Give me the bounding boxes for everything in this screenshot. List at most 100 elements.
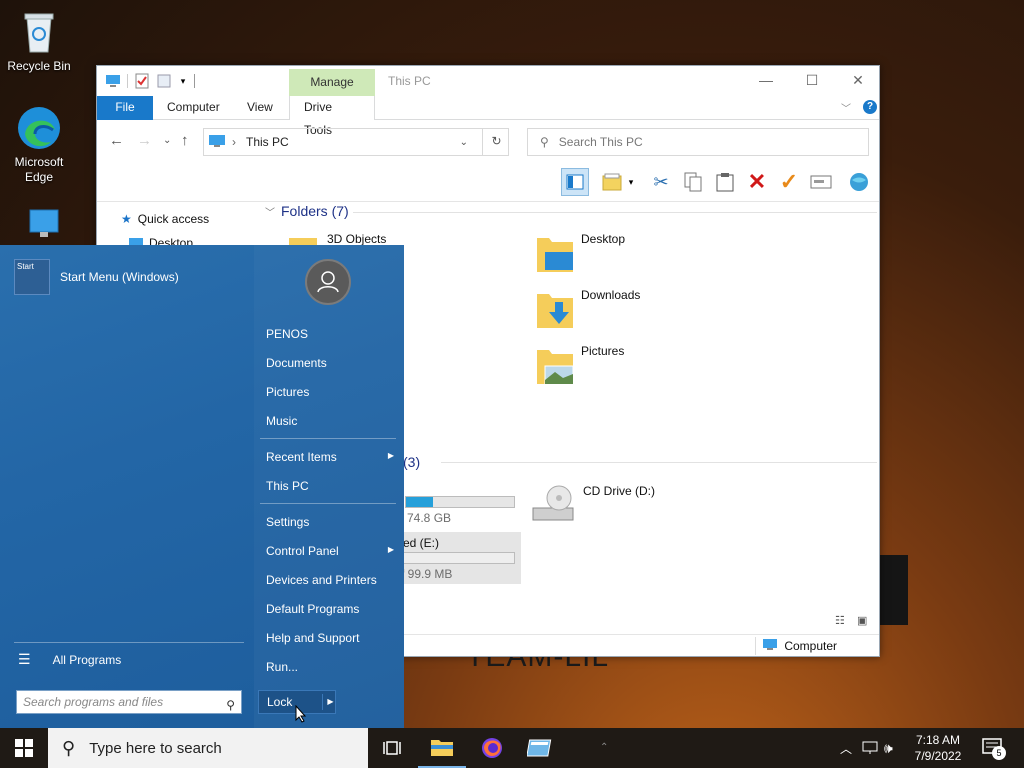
recycle-bin-desktop-icon[interactable]: Recycle Bin bbox=[4, 8, 74, 74]
search-icon: ⚲ bbox=[540, 135, 549, 149]
action-center-button[interactable]: 5 bbox=[982, 728, 1006, 768]
check-icon[interactable]: ✓ bbox=[775, 168, 803, 196]
start-item-pictures[interactable]: Pictures bbox=[266, 385, 396, 399]
large-icons-view-icon[interactable]: ▣ bbox=[857, 614, 867, 627]
start-button[interactable] bbox=[0, 728, 48, 768]
taskbar: ⚲ Type here to search ⌃ ︿ 🕪 7:18 AM 7/9/… bbox=[0, 728, 1024, 768]
help-icon[interactable]: ? bbox=[863, 100, 877, 114]
refresh-button[interactable]: ↻ bbox=[482, 128, 510, 156]
edge-desktop-icon[interactable]: Microsoft Edge bbox=[4, 104, 74, 185]
divider bbox=[260, 503, 396, 504]
taskbar-file-explorer[interactable] bbox=[418, 728, 466, 768]
power-options-arrow-icon[interactable]: ▶ bbox=[322, 694, 338, 710]
folders-header-label: Folders (7) bbox=[281, 203, 349, 219]
drive-e-usage-bar bbox=[403, 552, 515, 564]
status-computer-label: Computer bbox=[784, 639, 837, 653]
divider bbox=[353, 212, 877, 213]
downloads-folder-icon bbox=[535, 288, 575, 328]
computer-icon[interactable] bbox=[105, 73, 121, 89]
folder-label: Downloads bbox=[581, 288, 641, 302]
tab-manage[interactable]: Manage bbox=[289, 69, 375, 96]
start-item-settings[interactable]: Settings bbox=[266, 515, 396, 529]
close-button[interactable]: ✕ bbox=[835, 66, 881, 96]
pictures-folder-icon bbox=[535, 344, 575, 385]
taskbar-firefox[interactable] bbox=[468, 728, 516, 768]
start-item-default-programs[interactable]: Default Programs bbox=[266, 602, 396, 616]
start-item-run[interactable]: Run... bbox=[266, 660, 396, 674]
drive-c-usage-fill bbox=[406, 497, 433, 507]
edge-icon bbox=[15, 104, 63, 152]
pinned-start-menu-windows[interactable]: Start Start Menu (Windows) bbox=[14, 259, 179, 295]
recent-locations-icon[interactable]: ⌄ bbox=[163, 135, 171, 146]
navigation-pane-icon[interactable] bbox=[561, 168, 589, 196]
user-avatar[interactable] bbox=[305, 259, 351, 305]
folder-downloads[interactable]: Downloads bbox=[535, 288, 640, 328]
minimize-button[interactable]: — bbox=[743, 66, 789, 96]
this-pc-desktop-icon[interactable] bbox=[26, 208, 62, 244]
new-folder-icon[interactable] bbox=[156, 73, 172, 89]
desktop-folder-icon bbox=[535, 232, 575, 272]
address-bar[interactable]: › This PC ⌄ bbox=[203, 128, 509, 156]
rename-icon[interactable] bbox=[807, 168, 835, 196]
delete-icon[interactable]: ✕ bbox=[743, 168, 771, 196]
copy-icon[interactable] bbox=[679, 168, 707, 196]
drives-header-count: (3) bbox=[403, 454, 421, 470]
drive-c-usage-bar bbox=[405, 496, 515, 508]
start-item-help-support[interactable]: Help and Support bbox=[266, 631, 396, 645]
start-item-documents[interactable]: Documents bbox=[266, 356, 396, 370]
volume-icon[interactable]: 🕪 bbox=[884, 728, 893, 768]
properties-icon[interactable] bbox=[134, 73, 150, 89]
drive-cd-d[interactable]: CD Drive (D:) bbox=[531, 484, 655, 524]
search-box[interactable]: ⚲ Search This PC bbox=[527, 128, 869, 156]
details-view-icon[interactable]: ☷ bbox=[835, 614, 845, 627]
tab-file[interactable]: File bbox=[97, 96, 153, 120]
taskbar-search-box[interactable]: ⚲ Type here to search bbox=[48, 728, 368, 768]
clock-time: 7:18 AM bbox=[915, 733, 961, 747]
drive-cd-label: CD Drive (D:) bbox=[583, 484, 655, 498]
start-menu-app-icon: Start bbox=[14, 259, 50, 295]
start-search-input[interactable]: Search programs and files ⚲ bbox=[16, 690, 242, 714]
start-item-user[interactable]: PENOS bbox=[266, 327, 396, 341]
back-button[interactable]: ← bbox=[109, 132, 124, 149]
taskbar-app[interactable] bbox=[516, 728, 564, 768]
task-view-button[interactable] bbox=[368, 728, 416, 768]
search-icon[interactable]: ⚲ bbox=[226, 694, 235, 716]
chevron-down-icon: ﹀ bbox=[265, 207, 275, 219]
drive-c-size: 74.8 GB bbox=[407, 511, 452, 525]
maximize-button[interactable]: ☐ bbox=[789, 66, 835, 96]
start-item-recent-items[interactable]: Recent Items ▶ bbox=[266, 450, 396, 464]
start-item-control-panel[interactable]: Control Panel ▶ bbox=[266, 544, 396, 558]
globe-icon[interactable] bbox=[845, 168, 873, 196]
start-item-devices-printers[interactable]: Devices and Printers bbox=[266, 573, 396, 587]
start-item-music[interactable]: Music bbox=[266, 414, 396, 428]
folders-group-header[interactable]: ﹀ Folders (7) bbox=[265, 203, 349, 219]
layout-dropdown-icon[interactable]: ▾ bbox=[623, 168, 639, 196]
title-bar: ▾ Manage This PC — ☐ ✕ bbox=[97, 66, 879, 96]
tab-computer[interactable]: Computer bbox=[167, 96, 220, 120]
taskbar-overflow-icon[interactable]: ⌃ bbox=[600, 742, 608, 753]
qat-dropdown-icon[interactable]: ▾ bbox=[178, 73, 188, 89]
list-icon: ☰ bbox=[18, 651, 31, 667]
address-dropdown-icon[interactable]: ⌄ bbox=[460, 137, 468, 148]
forward-button[interactable]: → bbox=[137, 132, 152, 149]
network-icon[interactable] bbox=[862, 728, 880, 768]
start-item-this-pc[interactable]: This PC bbox=[266, 479, 396, 493]
drives-group-header[interactable]: (3) bbox=[403, 454, 420, 470]
folder-label: Pictures bbox=[581, 344, 625, 358]
submenu-arrow-icon: ▶ bbox=[387, 545, 394, 554]
folder-pictures[interactable]: Pictures bbox=[535, 344, 625, 385]
all-programs-button[interactable]: ☰ All Programs bbox=[18, 651, 121, 668]
paste-icon[interactable] bbox=[711, 168, 739, 196]
drive-e-selected[interactable]: ed (E:) f 99.9 MB bbox=[397, 532, 521, 584]
tab-drive-tools[interactable]: Drive Tools bbox=[289, 96, 375, 137]
tab-view[interactable]: View bbox=[247, 96, 273, 120]
folder-desktop[interactable]: Desktop bbox=[535, 232, 625, 272]
up-button[interactable]: ↑ bbox=[181, 132, 189, 149]
ribbon-expand-icon[interactable]: ﹀ bbox=[841, 100, 851, 115]
computer-icon bbox=[208, 134, 226, 151]
nav-quick-access[interactable]: ★ Quick access bbox=[121, 212, 209, 226]
drive-e-size: f 99.9 MB bbox=[401, 567, 453, 581]
taskbar-clock[interactable]: 7:18 AM 7/9/2022 bbox=[908, 732, 968, 764]
cut-icon[interactable]: ✂ bbox=[647, 168, 675, 196]
show-hidden-icons-button[interactable]: ︿ bbox=[840, 728, 852, 768]
